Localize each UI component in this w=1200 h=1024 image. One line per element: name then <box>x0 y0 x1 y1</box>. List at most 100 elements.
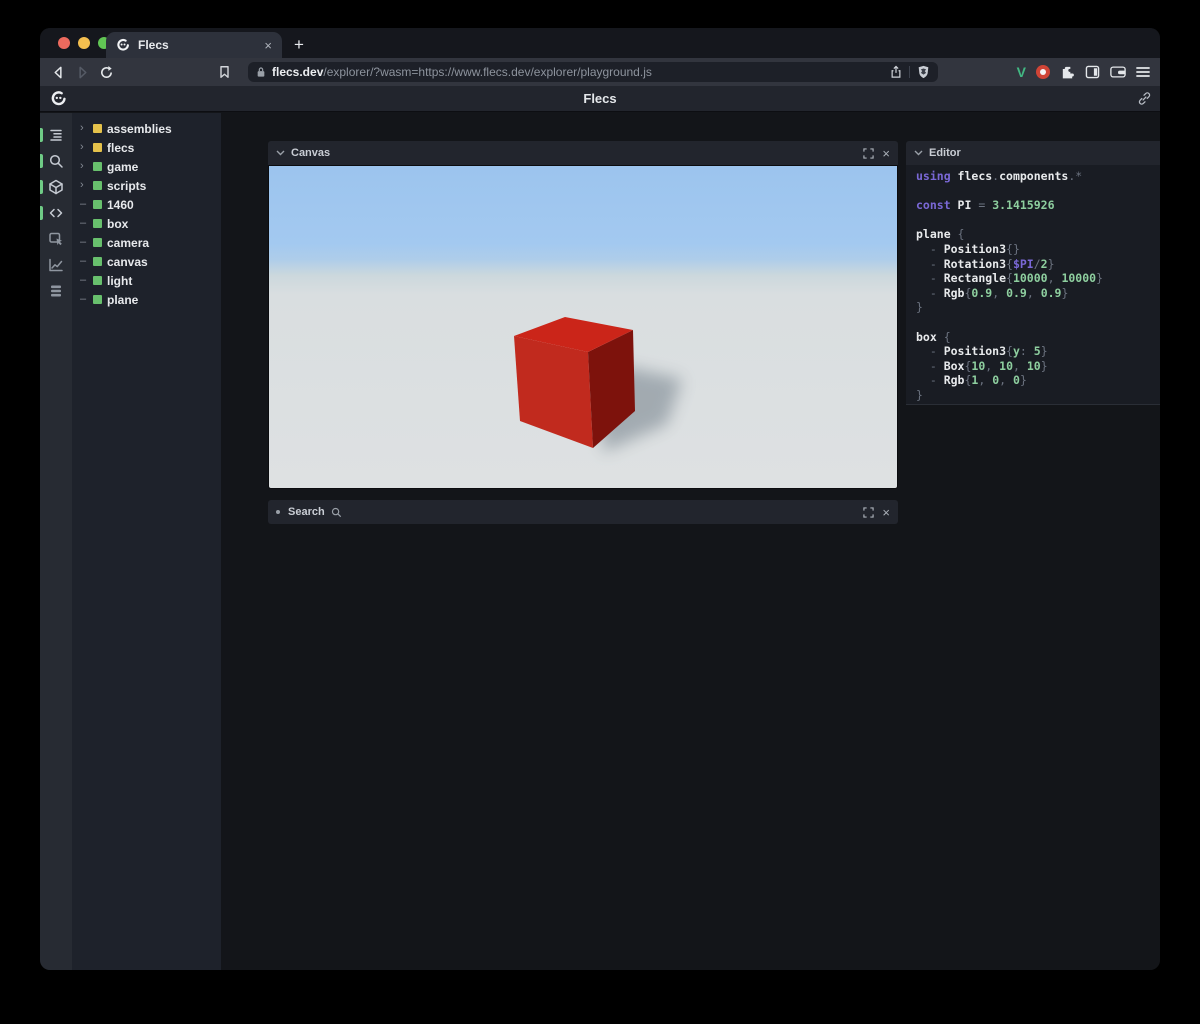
code-editor[interactable]: using flecs.components.* const PI = 3.14… <box>906 165 1160 405</box>
sidebar-icon-queries[interactable] <box>40 278 72 304</box>
back-icon[interactable] <box>46 60 70 84</box>
expand-arrow-icon[interactable]: › <box>80 176 92 195</box>
code-line: - Box{10, 10, 10} <box>916 359 1160 374</box>
vue-devtools-icon[interactable]: V <box>1017 64 1026 80</box>
tree-item-plane[interactable]: –plane <box>72 290 221 309</box>
browser-window: Flecs × + flecs.dev/explor <box>40 28 1160 970</box>
fullscreen-icon[interactable] <box>863 507 874 518</box>
code-line: - Position3{y: 5} <box>916 344 1160 359</box>
sidebar-icon-inspector[interactable] <box>40 226 72 252</box>
tree-item-game[interactable]: › game <box>72 157 221 176</box>
code-line: plane { <box>916 227 1160 242</box>
canvas-panel-title: Canvas <box>291 147 330 159</box>
editor-panel-title: Editor <box>929 147 961 159</box>
brave-shield-icon[interactable] <box>917 65 930 79</box>
cube-left-face <box>514 336 593 448</box>
entity-color-square <box>93 200 102 209</box>
bookmark-icon[interactable] <box>212 60 236 84</box>
address-bar[interactable]: flecs.dev/explorer/?wasm=https://www.fle… <box>248 62 938 82</box>
minimize-window-button[interactable] <box>78 37 90 49</box>
leaf-dash-icon: – <box>80 195 92 214</box>
tree-item-assemblies[interactable]: › assemblies <box>72 119 221 138</box>
fullscreen-icon[interactable] <box>863 148 874 159</box>
3d-viewport[interactable] <box>268 165 898 489</box>
sidebar-toggle-icon[interactable] <box>1085 65 1100 79</box>
tab-close-icon[interactable]: × <box>264 38 272 53</box>
tree-item-label: 1460 <box>107 198 134 212</box>
wallet-icon[interactable] <box>1110 65 1126 79</box>
desktop: Flecs × + flecs.dev/explor <box>0 0 1200 1024</box>
tree-item-canvas[interactable]: – canvas <box>72 252 221 271</box>
extensions-puzzle-icon[interactable] <box>1060 65 1075 80</box>
code-line <box>916 213 1160 228</box>
code-line: } <box>916 388 1160 403</box>
code-line: box { <box>916 330 1160 345</box>
url-domain: flecs.dev <box>272 65 323 79</box>
close-icon[interactable]: × <box>882 147 890 160</box>
main-content: Canvas × Se <box>221 113 1160 970</box>
reload-icon[interactable] <box>94 60 118 84</box>
tree-item-label: plane <box>107 293 138 307</box>
tab-favicon-flecs-icon <box>116 38 130 52</box>
browser-tab[interactable]: Flecs × <box>106 32 282 58</box>
code-line: } <box>916 300 1160 315</box>
sidebar-icon-entities[interactable] <box>40 174 72 200</box>
close-icon[interactable]: × <box>882 506 890 519</box>
tree-item-label: flecs <box>107 141 134 155</box>
tree-item-label: scripts <box>107 179 146 193</box>
url-path: /explorer/?wasm=https://www.flecs.dev/ex… <box>323 65 651 79</box>
entity-color-square <box>93 162 102 171</box>
tree-item-label: camera <box>107 236 149 250</box>
forward-icon[interactable] <box>70 60 94 84</box>
close-window-button[interactable] <box>58 37 70 49</box>
url-text: flecs.dev/explorer/?wasm=https://www.fle… <box>272 65 890 79</box>
expand-arrow-icon[interactable]: › <box>80 157 92 176</box>
code-line <box>916 184 1160 199</box>
menu-icon[interactable] <box>1136 66 1150 78</box>
active-indicator <box>40 180 43 194</box>
collapsed-dot-icon <box>276 510 280 514</box>
code-line: - Rgb{1, 0, 0} <box>916 373 1160 388</box>
entity-color-square <box>93 124 102 133</box>
tree-item-camera[interactable]: –camera <box>72 233 221 252</box>
tree-item-light[interactable]: –light <box>72 271 221 290</box>
expand-arrow-icon[interactable]: › <box>80 119 92 138</box>
share-link-icon[interactable] <box>1137 91 1152 106</box>
entity-color-square <box>93 276 102 285</box>
entity-color-square <box>93 238 102 247</box>
code-line: - Rgb{0.9, 0.9, 0.9} <box>916 286 1160 301</box>
leaf-dash-icon: – <box>80 252 92 271</box>
editor-panel-header: Editor × <box>906 141 1160 165</box>
traffic-lights <box>58 37 110 49</box>
search-panel-title: Search <box>288 506 325 518</box>
entity-color-square <box>93 257 102 266</box>
adblock-extension-icon[interactable] <box>1036 65 1050 79</box>
app-header: Flecs <box>40 86 1160 112</box>
chevron-down-icon[interactable] <box>276 150 285 156</box>
tree-item-label: game <box>107 160 138 174</box>
new-tab-button[interactable]: + <box>288 34 310 56</box>
sidebar-icon-search[interactable] <box>40 148 72 174</box>
sidebar-icon-tree[interactable] <box>40 122 72 148</box>
tree-item-flecs[interactable]: › flecs <box>72 138 221 157</box>
tree-item-box[interactable]: –box <box>72 214 221 233</box>
code-line: - Position3{} <box>916 242 1160 257</box>
tree-item-label: canvas <box>107 255 148 269</box>
entity-color-square <box>93 143 102 152</box>
tree-item-label: light <box>107 274 132 288</box>
active-indicator <box>40 128 43 142</box>
sidebar-icon-code[interactable] <box>40 200 72 226</box>
sidebar-icon-stats[interactable] <box>40 252 72 278</box>
tree-item-1460[interactable]: – 1460 <box>72 195 221 214</box>
code-line: - Rectangle{10000, 10000} <box>916 271 1160 286</box>
tab-bar: Flecs × + <box>40 28 1160 58</box>
search-panel-header[interactable]: Search × <box>268 500 898 524</box>
share-icon[interactable] <box>890 65 902 79</box>
chevron-down-icon[interactable] <box>914 150 923 156</box>
expand-arrow-icon[interactable]: › <box>80 138 92 157</box>
search-icon <box>331 507 342 518</box>
tree-item-label: assemblies <box>107 122 172 136</box>
tree-item-scripts[interactable]: › scripts <box>72 176 221 195</box>
browser-toolbar: flecs.dev/explorer/?wasm=https://www.fle… <box>40 58 1160 86</box>
active-indicator <box>40 206 43 220</box>
